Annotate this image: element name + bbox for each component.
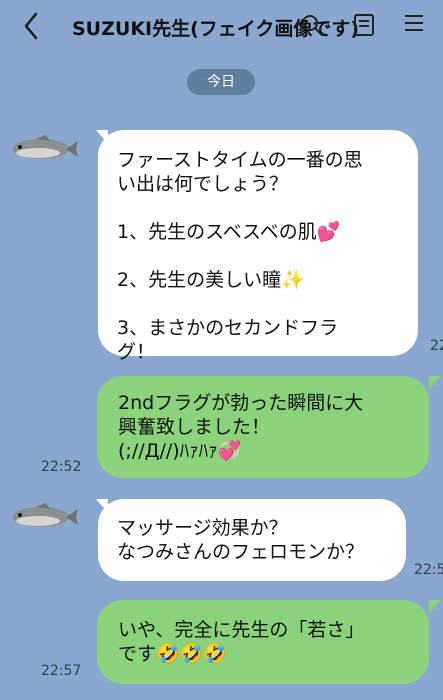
message-line: グ！ (117, 341, 156, 363)
message-time: 22:57 (41, 663, 82, 679)
outgoing-message-bubble[interactable]: 2ndフラグが勃った瞬間に大 興奮致しました！ (;//Д//)ﾊｧﾊｧ💞 (97, 376, 429, 478)
message-line: 興奮致しました！ (118, 416, 271, 438)
message-time: 22 (430, 338, 443, 354)
outgoing-bubble-tail (429, 376, 443, 390)
message-line: ファーストタイムの一番の思 (117, 149, 363, 171)
search-icon[interactable] (299, 12, 325, 38)
message-line: いや、完全に先生の「若さ」 (118, 619, 365, 641)
message-line: い出は何でしょう？ (117, 173, 289, 195)
notes-icon[interactable] (351, 12, 377, 38)
incoming-message-bubble[interactable]: マッサージ効果か？ なつみさんのフェロモンか？ (98, 499, 406, 581)
menu-icon[interactable] (403, 12, 425, 34)
message-line: 1、先生のスベスベの肌💕 (117, 221, 341, 243)
outgoing-message-bubble[interactable]: いや、完全に先生の「若さ」 です🤣🤣🤣 (97, 600, 429, 684)
outgoing-bubble-tail (429, 600, 443, 614)
message-line: 2ndフラグが勃った瞬間に大 (118, 392, 364, 414)
message-line: なつみさんのフェロモンか？ (117, 541, 365, 563)
message-time: 22:52 (41, 459, 82, 475)
incoming-bubble-tail (88, 130, 108, 144)
date-separator: 今日 (187, 69, 255, 95)
message-line: 3、まさかのセカンドフラ (117, 317, 339, 339)
message-line: マッサージ効果か？ (117, 517, 288, 539)
incoming-bubble-tail (88, 499, 108, 513)
fish-avatar-icon[interactable] (6, 499, 78, 535)
message-line: 2、先生の美しい瞳✨ (117, 269, 305, 291)
fish-avatar-icon[interactable] (6, 131, 78, 167)
message-line: です🤣🤣🤣 (118, 643, 227, 665)
message-line: (;//Д//)ﾊｧﾊｧ💞 (118, 440, 242, 462)
incoming-message-bubble[interactable]: ファーストタイムの一番の思 い出は何でしょう？ 1、先生のスベスベの肌💕 2、先… (98, 130, 418, 363)
chat-header: SUZUKI先生(フェイク画像です) (0, 0, 443, 58)
back-chevron-icon[interactable] (14, 8, 50, 44)
chat-title: SUZUKI先生(フェイク画像です) (72, 18, 360, 40)
message-time: 22:5 (414, 562, 443, 578)
